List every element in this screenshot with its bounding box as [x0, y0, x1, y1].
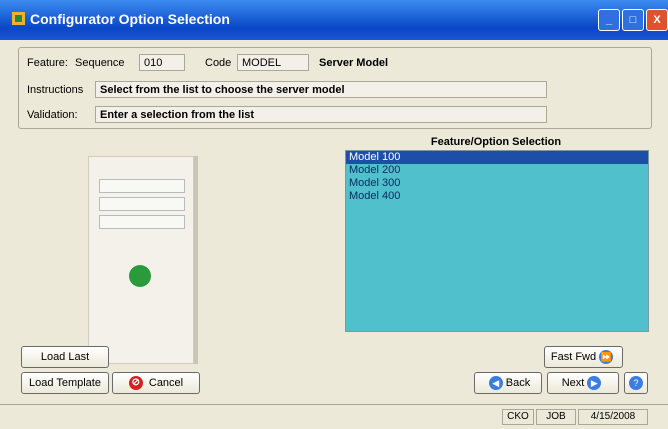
load-last-button[interactable]: Load Last [21, 346, 109, 368]
app-icon [12, 12, 25, 25]
close-button[interactable]: X [646, 9, 668, 31]
back-arrow-icon: ◀ [488, 376, 503, 391]
close-icon: X [653, 14, 661, 26]
drive-bay [99, 215, 185, 229]
status-bar: CKO JOB 4/15/2008 [0, 404, 668, 429]
drive-bay [99, 197, 185, 211]
code-field[interactable]: MODEL [237, 54, 309, 71]
validation-field: Enter a selection from the list [95, 106, 547, 123]
cancel-label: Cancel [148, 377, 184, 389]
feature-label: Feature: [27, 57, 68, 69]
status-module: JOB [536, 409, 576, 425]
fast-fwd-label: Fast Fwd [550, 351, 597, 363]
feature-name: Server Model [319, 57, 389, 69]
load-template-button[interactable]: Load Template [21, 372, 109, 394]
maximize-button[interactable]: □ [622, 9, 644, 31]
instructions-field: Select from the list to choose the serve… [95, 81, 547, 98]
option-listbox[interactable]: Model 100 Model 200 Model 300 Model 400 [345, 150, 649, 332]
validation-label: Validation: [27, 109, 78, 121]
cancel-button[interactable]: ⊘ Cancel [112, 372, 200, 394]
help-icon: ? [629, 376, 643, 391]
feature-panel: Feature: Sequence 010 Code MODEL Server … [18, 47, 652, 129]
list-item[interactable]: Model 400 [346, 190, 648, 203]
server-image [88, 156, 194, 364]
list-item[interactable]: Model 200 [346, 164, 648, 177]
title-bar: Configurator Option Selection _ □ X [0, 0, 668, 40]
sequence-label: Sequence [75, 57, 125, 69]
drive-bay [99, 179, 185, 193]
back-button[interactable]: ◀ Back [474, 372, 542, 394]
back-label: Back [505, 377, 531, 389]
options-title: Feature/Option Selection [430, 136, 562, 148]
logo-icon [129, 265, 151, 287]
load-template-label: Load Template [29, 377, 101, 389]
maximize-icon: □ [629, 14, 637, 26]
next-label: Next [561, 377, 585, 389]
window-title: Configurator Option Selection [30, 11, 230, 27]
sequence-field[interactable]: 010 [139, 54, 185, 71]
minimize-button[interactable]: _ [598, 9, 620, 31]
fast-fwd-button[interactable]: Fast Fwd ⏩ [544, 346, 623, 368]
list-item[interactable]: Model 100 [346, 151, 648, 164]
status-user: CKO [502, 409, 534, 425]
minimize-icon: _ [605, 14, 613, 26]
instructions-label: Instructions [27, 84, 84, 96]
fast-forward-icon: ⏩ [599, 350, 614, 365]
list-item[interactable]: Model 300 [346, 177, 648, 190]
next-button[interactable]: Next ▶ [547, 372, 619, 394]
status-date: 4/15/2008 [578, 409, 648, 425]
code-label: Code [205, 57, 232, 69]
load-last-label: Load Last [40, 351, 90, 363]
next-arrow-icon: ▶ [587, 376, 602, 391]
help-button[interactable]: ? [624, 372, 648, 394]
cancel-icon: ⊘ [128, 376, 143, 391]
